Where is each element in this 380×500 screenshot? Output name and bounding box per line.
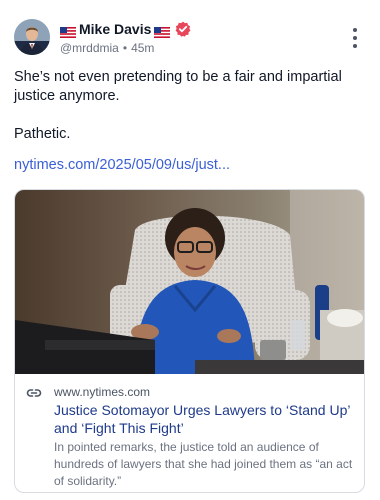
author-name[interactable]: Mike Davis bbox=[79, 20, 151, 38]
author-meta: @mrddmia • 45m bbox=[60, 40, 191, 56]
us-flag-icon bbox=[60, 24, 76, 38]
post-body: She’s not even pretending to be a fair a… bbox=[14, 68, 364, 144]
author-handle[interactable]: @mrddmia bbox=[60, 40, 119, 56]
dot bbox=[353, 36, 357, 40]
post-link[interactable]: nytimes.com/2025/05/09/us/just... bbox=[14, 157, 230, 173]
post-text-paragraph: She’s not even pretending to be a fair a… bbox=[14, 69, 342, 104]
post-time[interactable]: 45m bbox=[131, 40, 154, 56]
author-info: Mike Davis @mrddmia • 45m bbox=[60, 20, 191, 56]
card-title[interactable]: Justice Sotomayor Urges Lawyers to ‘Stan… bbox=[54, 401, 354, 437]
meta-separator: • bbox=[122, 41, 128, 55]
dot bbox=[353, 28, 357, 32]
more-options-icon[interactable] bbox=[346, 28, 364, 48]
article-image bbox=[15, 190, 364, 374]
card-domain: www.nytimes.com bbox=[54, 385, 151, 399]
us-flag-icon bbox=[154, 24, 171, 38]
link-icon bbox=[26, 385, 42, 401]
post-header: Mike Davis @mrddmia • 45m bbox=[14, 18, 366, 58]
card-description: In pointed remarks, the justice told an … bbox=[54, 440, 353, 488]
card-meta: www.nytimes.com Justice Sotomayor Urges … bbox=[15, 374, 364, 492]
verified-badge-icon bbox=[175, 21, 191, 37]
link-preview-card[interactable]: www.nytimes.com Justice Sotomayor Urges … bbox=[14, 189, 365, 493]
avatar-photo-icon bbox=[14, 19, 50, 55]
social-post: Mike Davis @mrddmia • 45m She’s not even… bbox=[0, 0, 380, 500]
dot bbox=[353, 44, 357, 48]
author-name-row[interactable]: Mike Davis bbox=[60, 20, 191, 38]
post-text-paragraph: Pathetic. bbox=[14, 126, 71, 142]
author-avatar[interactable] bbox=[14, 19, 50, 55]
